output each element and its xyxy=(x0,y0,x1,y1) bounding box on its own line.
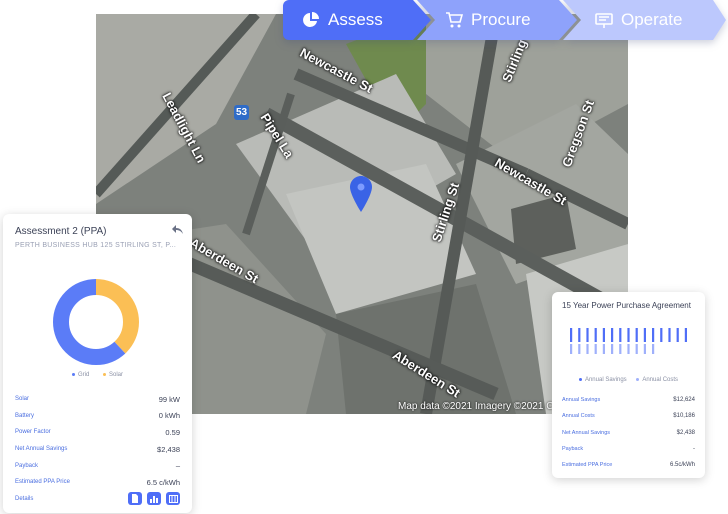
ppa-title: 15 Year Power Purchase Agreement xyxy=(562,301,691,310)
row-value: $2,438 xyxy=(157,444,180,454)
ppa-details: Annual Savings $12,624 Annual Costs $10,18… xyxy=(562,392,695,473)
savings-bar xyxy=(668,328,671,342)
row-ppa-price: Estimated PPA Price 6.5 c/kWh xyxy=(15,474,180,491)
donut-legend: Grid Solar xyxy=(3,372,192,378)
row-label: Annual Savings xyxy=(562,397,601,404)
presentation-icon xyxy=(595,13,613,28)
savings-bar xyxy=(570,328,573,342)
row-label: Net Annual Savings xyxy=(15,446,68,453)
row-solar: Solar 99 kW xyxy=(15,391,180,408)
costs-bar xyxy=(578,344,581,354)
row-value: - xyxy=(693,446,695,453)
details-label: Details xyxy=(15,495,34,502)
assessment-card: Assessment 2 (PPA) PERTH BUSINESS HUB 12… xyxy=(3,214,192,513)
savings-bar xyxy=(652,328,655,342)
costs-bar xyxy=(635,344,638,354)
row-payback: Payback – xyxy=(15,457,180,474)
assessment-details: Solar 99 kW Battery 0 kWh Power Factor 0.59… xyxy=(15,391,180,507)
savings-bar xyxy=(602,328,605,342)
document-icon[interactable] xyxy=(128,492,142,506)
energy-mix-donut xyxy=(52,278,140,371)
row-label: Net Annual Savings xyxy=(562,429,611,436)
bar-chart-icon[interactable] xyxy=(147,492,161,506)
row-label: Solar xyxy=(15,396,30,403)
step-operate[interactable]: Operate xyxy=(563,0,726,40)
savings-bar xyxy=(627,328,630,342)
row-payback: Payback - xyxy=(562,441,695,457)
pie-chart-icon xyxy=(303,12,319,27)
row-label: Power Factor xyxy=(15,429,51,436)
row-value: $10,186 xyxy=(673,413,695,420)
legend-savings: Annual Savings xyxy=(584,377,627,383)
savings-bar xyxy=(611,328,614,342)
costs-bar xyxy=(594,344,597,354)
cart-icon xyxy=(446,12,463,28)
row-label: Estimated PPA Price xyxy=(15,479,70,486)
assessment-address: PERTH BUSINESS HUB 125 STIRLING ST, P... xyxy=(15,242,177,249)
costs-bar xyxy=(643,344,646,354)
costs-bar xyxy=(652,344,655,354)
row-ppa-price: Estimated PPA Price 6.5c/kWh xyxy=(562,457,695,473)
legend-costs: Annual Costs xyxy=(642,377,679,383)
back-arrow-icon[interactable] xyxy=(171,223,184,236)
row-value: 99 kW xyxy=(158,394,180,404)
savings-bar xyxy=(578,328,581,342)
row-power-factor: Power Factor 0.59 xyxy=(15,424,180,441)
row-net-savings: Net Annual Savings $2,438 xyxy=(15,441,180,458)
row-value: 6.5c/kWh xyxy=(669,462,695,469)
costs-bar xyxy=(627,344,630,354)
row-label: Battery xyxy=(15,412,35,419)
costs-bar xyxy=(611,344,614,354)
costs-bar xyxy=(586,344,589,354)
step-procure[interactable]: Procure xyxy=(417,0,577,40)
row-value: $12,624 xyxy=(673,397,695,404)
step-label: Assess xyxy=(328,10,383,29)
savings-bar xyxy=(635,328,638,342)
savings-bar xyxy=(643,328,646,342)
assessment-title: Assessment 2 (PPA) xyxy=(15,226,107,237)
legend-grid: Grid xyxy=(77,372,90,378)
savings-bar xyxy=(684,328,687,342)
ppa-bar-chart xyxy=(570,328,696,363)
savings-bar xyxy=(676,328,679,342)
row-value: 0.59 xyxy=(165,427,180,437)
route-shield: 53 xyxy=(234,105,249,120)
row-value: 0 kWh xyxy=(158,411,180,421)
row-value: $2,438 xyxy=(676,429,695,436)
costs-bar xyxy=(619,344,622,354)
savings-bar xyxy=(660,328,663,342)
table-icon[interactable] xyxy=(166,492,180,506)
row-annual-savings: Annual Savings $12,624 xyxy=(562,392,695,408)
ppa-card: 15 Year Power Purchase Agreement Annual … xyxy=(552,292,705,478)
step-label: Procure xyxy=(471,10,531,29)
row-net-savings: Net Annual Savings $2,438 xyxy=(562,425,695,441)
row-label: Annual Costs xyxy=(562,413,595,420)
process-steps: Operate Procure Assess xyxy=(283,0,726,40)
row-value: 6.5 c/kWh xyxy=(146,477,180,487)
costs-bar xyxy=(602,344,605,354)
costs-bar xyxy=(570,344,573,354)
savings-bar xyxy=(586,328,589,342)
row-label: Payback xyxy=(15,462,39,469)
row-details: Details xyxy=(15,491,180,508)
row-label: Payback xyxy=(562,446,584,453)
row-annual-costs: Annual Costs $10,186 xyxy=(562,408,695,424)
row-value: – xyxy=(175,461,180,471)
row-label: Estimated PPA Price xyxy=(562,462,613,469)
step-label: Operate xyxy=(621,10,683,29)
legend-solar: Solar xyxy=(109,372,124,378)
step-assess[interactable]: Assess xyxy=(283,0,431,40)
row-battery: Battery 0 kWh xyxy=(15,408,180,425)
savings-bar xyxy=(619,328,622,342)
savings-bar xyxy=(594,328,597,342)
ppa-legend: Annual Savings Annual Costs xyxy=(552,377,705,383)
